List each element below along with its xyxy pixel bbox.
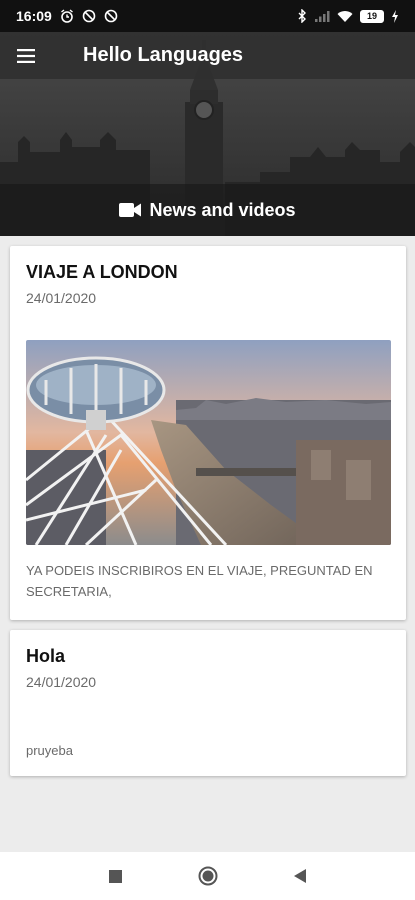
news-body: pruyeba	[26, 743, 73, 758]
home-button[interactable]	[196, 864, 220, 888]
header-banner: Hello Languages News and videos	[0, 32, 415, 236]
bluetooth-icon	[298, 9, 306, 23]
no-sync-icon	[82, 9, 96, 23]
news-title: Hola	[26, 646, 66, 666]
news-card[interactable]: VIAJE A LONDON 24/01/2020 YA PODEIS INSC…	[10, 246, 406, 620]
news-card[interactable]: Hola 24/01/2020 pruyeba	[10, 630, 406, 776]
menu-button[interactable]	[0, 32, 52, 79]
home-circle-icon	[198, 866, 217, 886]
status-time: 16:09	[16, 8, 52, 24]
battery-icon: 19	[360, 9, 384, 23]
news-body: YA PODEIS INSCRIBIROS EN EL VIAJE, PREGU…	[26, 563, 373, 599]
app-bar: Hello Languages	[0, 32, 415, 79]
status-left: 16:09	[16, 8, 118, 24]
no-sync-icon	[104, 9, 118, 23]
video-camera-icon	[119, 203, 142, 217]
alarm-icon	[60, 9, 73, 23]
section-label: News and videos	[149, 199, 296, 220]
london-eye-image[interactable]	[26, 340, 391, 545]
back-button[interactable]	[288, 864, 312, 888]
news-date: 24/01/2020	[26, 674, 97, 690]
status-right: 19	[297, 9, 399, 23]
news-date: 24/01/2020	[26, 290, 97, 306]
signal-icon	[315, 10, 330, 22]
back-triangle-icon	[293, 869, 306, 883]
recents-square-icon	[109, 869, 122, 883]
charging-icon	[392, 9, 398, 23]
recents-button[interactable]	[104, 864, 128, 888]
menu-icon	[17, 48, 35, 63]
wifi-icon	[337, 10, 353, 22]
section-header: News and videos	[0, 184, 415, 236]
status-bar: 16:09 19	[0, 0, 415, 32]
news-title: VIAJE A LONDON	[26, 262, 178, 282]
app-title: Hello Languages	[83, 44, 244, 66]
system-nav-bar	[0, 852, 415, 900]
